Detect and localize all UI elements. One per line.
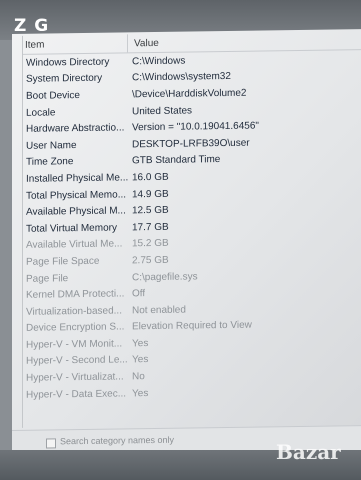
row-value-cell: GTB Standard Time	[132, 154, 221, 167]
row-value-cell: C:\Windows	[132, 55, 186, 68]
watermark-logo-bottom: Bazar	[276, 440, 341, 464]
row-item-cell: Hyper-V - Second Le...	[26, 354, 128, 368]
row-value-cell: Yes	[132, 337, 149, 350]
row-item-cell: Total Virtual Memory	[26, 222, 117, 235]
row-item-cell: Page File	[26, 272, 69, 285]
column-header-value[interactable]: Value	[128, 37, 159, 48]
table-body: Windows Directory C:\Windows System Direct…	[23, 50, 361, 403]
system-summary-table: Item Value Windows Directory C:\Windows Sy…	[22, 31, 361, 428]
row-value-cell: C:\pagefile.sys	[132, 270, 198, 283]
row-item-cell: Kernel DMA Protecti...	[26, 288, 125, 301]
row-item-cell: System Directory	[26, 73, 103, 86]
row-value-cell: \Device\HarddiskVolume2	[132, 87, 247, 101]
search-category-checkbox[interactable]	[46, 438, 56, 449]
row-value-cell: 17.7 GB	[132, 221, 169, 234]
row-value-cell: Version = "10.0.19041.6456"	[132, 120, 259, 134]
row-item-cell: User Name	[26, 139, 77, 152]
row-value-cell: DESKTOP-LRFB39O\user	[132, 137, 250, 151]
row-item-cell: Device Encryption S...	[26, 321, 125, 335]
column-header-item[interactable]: Item	[23, 34, 128, 54]
row-item-cell: Installed Physical Me...	[26, 172, 128, 185]
row-item-cell: Virtualization-based...	[26, 305, 122, 318]
row-item-cell: Total Physical Memo...	[26, 188, 127, 202]
table-row[interactable]: Hyper-V - Data Exec... Yes	[23, 382, 361, 403]
row-value-cell: Off	[132, 288, 146, 300]
row-value-cell: 16.0 GB	[132, 171, 169, 184]
row-value-cell: Yes	[132, 354, 149, 366]
row-item-cell: Locale	[26, 106, 56, 119]
row-item-cell: Boot Device	[26, 90, 80, 102]
row-item-cell: Time Zone	[26, 156, 74, 169]
row-value-cell: Not enabled	[132, 304, 186, 317]
row-item-cell: Available Physical M...	[26, 205, 126, 218]
row-item-cell: Hyper-V - Data Exec...	[26, 388, 127, 401]
row-item-cell: Page File Space	[26, 255, 100, 268]
row-value-cell: United States	[132, 105, 193, 117]
row-value-cell: 12.5 GB	[132, 204, 169, 217]
search-category-label: Search category names only	[60, 434, 175, 447]
row-value-cell: C:\Windows\system32	[132, 71, 231, 84]
row-item-cell: Hyper-V - VM Monit...	[26, 338, 123, 351]
row-value-cell: 14.9 GB	[132, 188, 169, 200]
system-information-window: Item Value Windows Directory C:\Windows Sy…	[12, 29, 361, 455]
row-item-cell: Hyper-V - Virtualizat...	[26, 371, 124, 384]
row-value-cell: No	[132, 371, 145, 383]
row-item-cell: Hardware Abstractio...	[26, 122, 125, 135]
row-item-cell: Windows Directory	[26, 56, 110, 69]
row-value-cell: 2.75 GB	[132, 254, 169, 267]
row-value-cell: Yes	[132, 387, 149, 399]
row-value-cell: Elevation Required to View	[132, 319, 252, 333]
row-item-cell: Available Virtual Me...	[26, 238, 123, 252]
row-value-cell: 15.2 GB	[132, 238, 169, 250]
